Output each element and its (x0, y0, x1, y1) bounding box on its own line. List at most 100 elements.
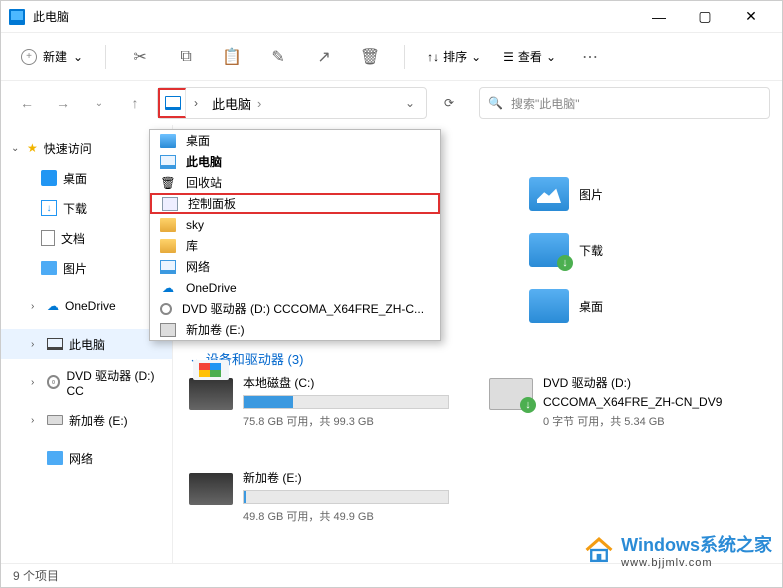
dropdown-item-new-volume[interactable]: 新加卷 (E:) (150, 319, 440, 340)
drive-stat: 0 字节 可用，共 5.34 GB (543, 413, 749, 429)
chevron-right-icon: › (31, 339, 41, 350)
window-title: 此电脑 (33, 8, 636, 25)
watermark: Windows系统之家 www.bjjmlv.com (583, 531, 772, 569)
share-icon[interactable]: ↗ (304, 37, 344, 77)
sidebar-label: 图片 (63, 260, 87, 277)
dropdown-item-network[interactable]: 网络 (150, 256, 440, 277)
copy-icon[interactable]: ⧉ (166, 37, 206, 77)
sidebar-item-downloads[interactable]: 下载 (1, 193, 172, 223)
sidebar-item-quick-access[interactable]: ⌄ ★ 快速访问 (1, 133, 172, 163)
drive-bar (243, 490, 449, 504)
search-placeholder: 搜索"此电脑" (511, 95, 580, 112)
up-button[interactable]: ↑ (121, 89, 149, 117)
pc-icon (165, 96, 181, 110)
rename-icon[interactable]: ✎ (258, 37, 298, 77)
drive-c[interactable]: 本地磁盘 (C:) 75.8 GB 可用，共 99.3 GB (189, 374, 449, 429)
dropdown-item-onedrive[interactable]: ☁ OneDrive (150, 277, 440, 298)
drive-name: DVD 驱动器 (D:) (543, 374, 749, 391)
sidebar-label: 下载 (63, 200, 87, 217)
dropdown-label: OneDrive (186, 281, 237, 295)
document-icon (41, 230, 55, 246)
cloud-icon: ☁ (160, 281, 176, 295)
dropdown-item-dvd[interactable]: DVD 驱动器 (D:) CCCOMA_X64FRE_ZH-C... (150, 298, 440, 319)
drive-icon (189, 378, 233, 410)
sidebar-item-network[interactable]: › 网络 (1, 443, 172, 473)
dropdown-label: 库 (186, 237, 198, 254)
desktop-icon (41, 170, 57, 186)
sort-button[interactable]: ↑↓ 排序 ⌄ (419, 48, 489, 65)
watermark-line2: www.bjjmlv.com (621, 557, 772, 569)
dropdown-item-desktop[interactable]: 桌面 (150, 130, 440, 151)
drive-name: 新加卷 (E:) (243, 469, 449, 486)
sidebar-item-new-volume[interactable]: › 新加卷 (E:) (1, 405, 172, 435)
folder-label: 图片 (579, 186, 603, 203)
divider (105, 45, 106, 69)
more-icon[interactable]: ⋯ (570, 37, 610, 77)
address-chevron[interactable]: › (186, 96, 206, 110)
app-icon (9, 9, 25, 25)
chevron-right-icon: › (257, 96, 261, 111)
new-button[interactable]: + 新建 ⌄ (13, 44, 91, 69)
drive-sub: CCCOMA_X64FRE_ZH-CN_DV9 (543, 395, 749, 409)
close-button[interactable]: ✕ (728, 1, 774, 33)
sidebar-item-pictures[interactable]: 图片 (1, 253, 172, 283)
sidebar-item-this-pc[interactable]: › 此电脑 (1, 329, 172, 359)
dropdown-label: 新加卷 (E:) (186, 321, 245, 338)
toolbar: + 新建 ⌄ ✂ ⧉ 📋 ✎ ↗ 🗑 ↑↓ 排序 ⌄ ☰ 查看 ⌄ ⋯ (1, 33, 782, 81)
view-button[interactable]: ☰ 查看 ⌄ (495, 48, 564, 65)
dropdown-item-user[interactable]: sky (150, 214, 440, 235)
recycle-icon (160, 176, 176, 190)
sidebar-item-dvd[interactable]: › DVD 驱动器 (D:) CC (1, 367, 172, 397)
cloud-icon: ☁ (47, 299, 59, 313)
sidebar-item-desktop[interactable]: 桌面 (1, 163, 172, 193)
delete-icon[interactable]: 🗑 (350, 37, 390, 77)
cut-icon[interactable]: ✂ (120, 37, 160, 77)
sort-label: 排序 (443, 48, 467, 65)
dropdown-label: 此电脑 (186, 153, 222, 170)
drive-bar (243, 395, 449, 409)
drive-icon (189, 473, 233, 505)
sidebar-item-onedrive[interactable]: › ☁ OneDrive (1, 291, 172, 321)
recent-button[interactable]: ⌄ (85, 89, 113, 117)
folder-downloads[interactable]: 下载 (529, 233, 603, 267)
sidebar-label: DVD 驱动器 (D:) CC (66, 367, 172, 398)
drive-d[interactable]: DVD 驱动器 (D:) CCCOMA_X64FRE_ZH-CN_DV9 0 字… (489, 374, 749, 429)
dropdown-item-this-pc[interactable]: 此电脑 (150, 151, 440, 172)
minimize-button[interactable]: — (636, 1, 682, 33)
dropdown-item-libraries[interactable]: 库 (150, 235, 440, 256)
folder-icon (529, 177, 569, 211)
drive-e[interactable]: 新加卷 (E:) 49.8 GB 可用，共 49.9 GB (189, 469, 449, 524)
refresh-button[interactable]: ⟳ (435, 96, 463, 110)
pc-icon (160, 155, 176, 169)
sidebar-label: 此电脑 (69, 336, 105, 353)
address-icon-dropdown[interactable] (158, 88, 186, 118)
folder-icon (529, 233, 569, 267)
folder-desktop[interactable]: 桌面 (529, 289, 603, 323)
library-icon (160, 239, 176, 253)
paste-icon[interactable]: 📋 (212, 37, 252, 77)
dropdown-item-control-panel[interactable]: 控制面板 (150, 193, 440, 214)
back-button[interactable]: ← (13, 89, 41, 117)
desktop-icon (160, 134, 176, 148)
chevron-right-icon: › (31, 377, 41, 388)
chevron-right-icon: › (31, 415, 41, 426)
folder-label: 下载 (579, 242, 603, 259)
dvd-icon (489, 378, 533, 410)
watermark-line1: Windows系统之家 (621, 535, 772, 555)
search-input[interactable]: 🔍 搜索"此电脑" (479, 87, 770, 119)
sidebar-label: 文档 (61, 230, 85, 247)
dropdown-item-recycle-bin[interactable]: 回收站 (150, 172, 440, 193)
dropdown-label: 控制面板 (188, 195, 236, 212)
address-bar[interactable]: › 此电脑 › ⌄ (157, 87, 427, 119)
drive-stat: 49.8 GB 可用，共 49.9 GB (243, 508, 449, 524)
drive-icon (160, 323, 176, 337)
forward-button[interactable]: → (49, 89, 77, 117)
address-history-button[interactable]: ⌄ (394, 96, 426, 110)
maximize-button[interactable]: ▢ (682, 1, 728, 33)
section-devices-header[interactable]: ⌄ 设备和驱动器 (3) (189, 343, 766, 374)
sidebar-item-documents[interactable]: 文档 (1, 223, 172, 253)
folder-pictures[interactable]: 图片 (529, 177, 603, 211)
sidebar-label: OneDrive (65, 299, 116, 313)
address-text[interactable]: 此电脑 › (206, 94, 394, 113)
sidebar-label: 快速访问 (44, 140, 92, 157)
